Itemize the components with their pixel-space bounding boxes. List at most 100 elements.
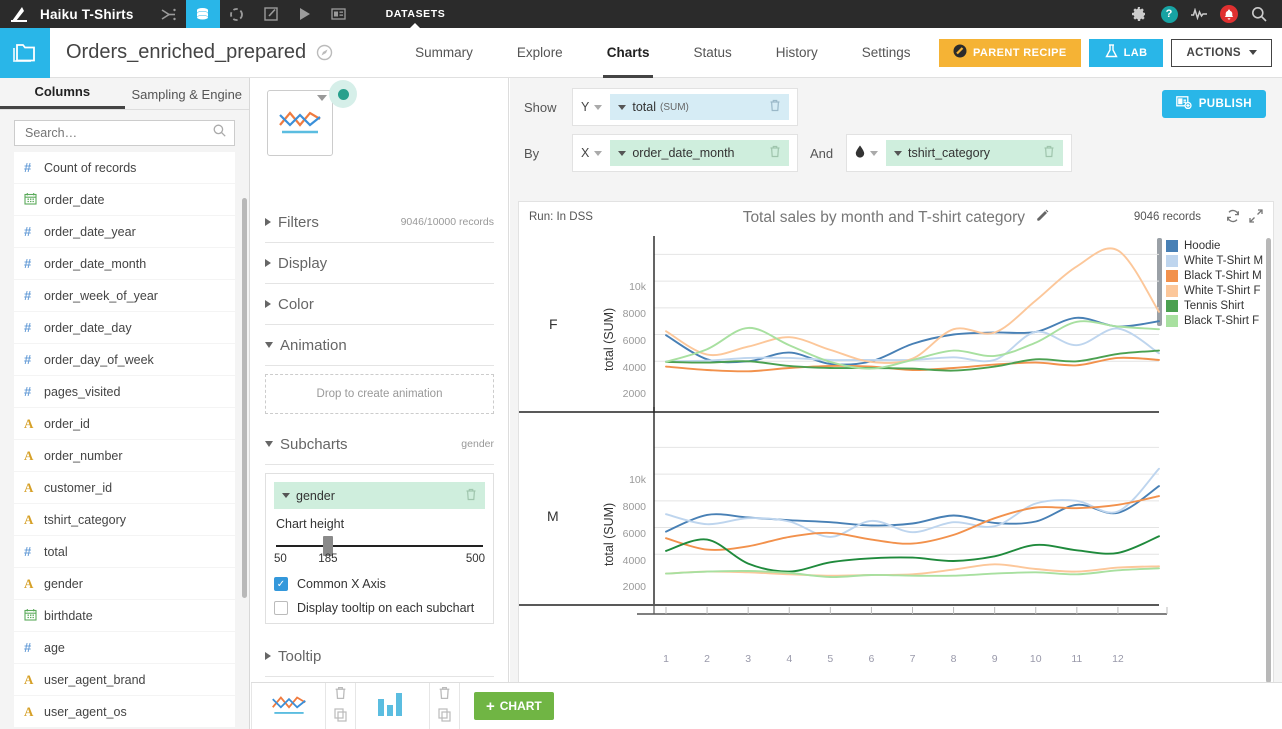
section-subcharts[interactable]: Subcharts gender bbox=[265, 424, 494, 465]
chart-tab-2[interactable] bbox=[356, 683, 430, 729]
y-measure-pill[interactable]: total (SUM) bbox=[610, 94, 789, 120]
search-icon[interactable] bbox=[1244, 0, 1274, 28]
trash-icon[interactable] bbox=[438, 686, 451, 705]
tab-settings[interactable]: Settings bbox=[840, 28, 933, 78]
section-color[interactable]: Color bbox=[265, 284, 494, 325]
column-name: gender bbox=[44, 577, 83, 591]
tab-explore[interactable]: Explore bbox=[495, 28, 585, 78]
column-row[interactable]: #order_date_year bbox=[14, 216, 235, 247]
chevron-down-icon bbox=[1249, 50, 1257, 55]
tab-summary[interactable]: Summary bbox=[393, 28, 495, 78]
trash-icon[interactable] bbox=[769, 145, 781, 161]
column-row[interactable]: #age bbox=[14, 632, 235, 663]
y-axis-tick-label: 8000 bbox=[606, 308, 646, 320]
page-title: Orders_enriched_prepared bbox=[66, 41, 306, 64]
expand-icon[interactable] bbox=[1249, 209, 1263, 228]
tab-charts[interactable]: Charts bbox=[585, 28, 672, 78]
numeric-type-icon: # bbox=[24, 544, 44, 559]
gear-icon[interactable] bbox=[1124, 0, 1154, 28]
chart-tab-1[interactable] bbox=[252, 683, 326, 729]
column-row[interactable]: Acustomer_id bbox=[14, 472, 235, 503]
search-input[interactable] bbox=[23, 125, 213, 141]
column-row[interactable]: #order_week_of_year bbox=[14, 280, 235, 311]
column-row[interactable]: Auser_agent_brand bbox=[14, 664, 235, 695]
copy-icon[interactable] bbox=[334, 708, 348, 727]
project-name[interactable]: Haiku T-Shirts bbox=[40, 7, 134, 22]
compass-icon[interactable] bbox=[316, 44, 333, 61]
search-box[interactable] bbox=[14, 120, 235, 146]
column-row[interactable]: #order_date_day bbox=[14, 312, 235, 343]
refresh-icon[interactable] bbox=[1226, 209, 1240, 228]
publish-button[interactable]: PUBLISH bbox=[1162, 90, 1266, 118]
trash-icon[interactable] bbox=[465, 488, 477, 504]
column-row[interactable]: Aorder_id bbox=[14, 408, 235, 439]
common-x-axis-checkbox[interactable]: ✓ bbox=[274, 577, 288, 591]
datasets-icon[interactable] bbox=[186, 0, 220, 28]
column-row[interactable]: #order_day_of_week bbox=[14, 344, 235, 375]
y-axis-selector[interactable]: Y bbox=[581, 100, 602, 114]
column-row[interactable]: Agender bbox=[14, 568, 235, 599]
actions-button[interactable]: ACTIONS bbox=[1171, 39, 1272, 67]
column-row[interactable]: Atshirt_category bbox=[14, 504, 235, 535]
tooltip-each-subchart-checkbox[interactable] bbox=[274, 601, 288, 615]
section-tooltip[interactable]: Tooltip bbox=[265, 636, 494, 677]
trash-icon[interactable] bbox=[1043, 145, 1055, 161]
column-row[interactable]: Aorder_number bbox=[14, 440, 235, 471]
column-row[interactable]: order_date bbox=[14, 184, 235, 215]
column-row[interactable]: #total bbox=[14, 536, 235, 567]
column-name: user_agent_os bbox=[44, 705, 127, 719]
actions-label: ACTIONS bbox=[1186, 47, 1241, 59]
x-axis-tick-label: 5 bbox=[820, 653, 840, 665]
add-chart-button[interactable]: + CHART bbox=[474, 692, 554, 720]
search-container bbox=[0, 110, 249, 152]
column-row[interactable]: #Count of records bbox=[14, 152, 235, 183]
chart-line-series bbox=[666, 248, 1159, 363]
subchart-dimension-pill[interactable]: gender bbox=[274, 482, 485, 509]
tab-history[interactable]: History bbox=[754, 28, 840, 78]
tab-sampling-engine[interactable]: Sampling & Engine bbox=[125, 87, 250, 109]
chart-type-selector[interactable] bbox=[267, 90, 333, 156]
tab-status[interactable]: Status bbox=[671, 28, 753, 78]
tab-columns[interactable]: Columns bbox=[0, 84, 125, 109]
current-section-tag[interactable]: DATASETS bbox=[380, 0, 452, 28]
lab-button[interactable]: LAB bbox=[1089, 39, 1164, 67]
notifications-icon[interactable] bbox=[1214, 0, 1244, 28]
search-icon[interactable] bbox=[213, 124, 226, 142]
section-animation[interactable]: Animation bbox=[265, 325, 494, 366]
color-dimension-selector[interactable] bbox=[855, 145, 878, 161]
section-filters[interactable]: Filters 9046/10000 records bbox=[265, 202, 494, 243]
section-display[interactable]: Display bbox=[265, 243, 494, 284]
column-name: order_day_of_week bbox=[44, 353, 154, 367]
help-icon[interactable]: ? bbox=[1154, 0, 1184, 28]
pencil-icon[interactable] bbox=[1036, 211, 1049, 225]
trash-icon[interactable] bbox=[769, 99, 781, 115]
flow-icon[interactable] bbox=[152, 0, 186, 28]
columns-list[interactable]: #Count of recordsorder_date#order_date_y… bbox=[0, 152, 249, 727]
parent-recipe-button[interactable]: PARENT RECIPE bbox=[939, 39, 1081, 67]
x-axis-selector[interactable]: X bbox=[581, 146, 602, 160]
droplet-icon bbox=[855, 145, 865, 161]
column-row[interactable]: #order_date_month bbox=[14, 248, 235, 279]
trash-icon[interactable] bbox=[334, 686, 347, 705]
dashboards-icon[interactable] bbox=[322, 0, 356, 28]
common-x-axis-row[interactable]: ✓ Common X Axis bbox=[274, 577, 485, 591]
animation-dropzone[interactable]: Drop to create animation bbox=[265, 374, 494, 414]
x-dimension-pill[interactable]: order_date_month bbox=[610, 140, 789, 166]
folder-icon[interactable] bbox=[0, 28, 50, 78]
column-row[interactable]: Auser_agent_os bbox=[14, 696, 235, 727]
columns-scrollbar[interactable] bbox=[242, 198, 247, 598]
column-row[interactable]: #pages_visited bbox=[14, 376, 235, 407]
chart-height-slider[interactable] bbox=[276, 545, 483, 547]
copy-icon[interactable] bbox=[438, 708, 452, 727]
column-row[interactable]: birthdate bbox=[14, 600, 235, 631]
notebooks-icon[interactable] bbox=[254, 0, 288, 28]
chart-area-scrollbar[interactable] bbox=[1266, 238, 1271, 683]
color-dimension-pill[interactable]: tshirt_category bbox=[886, 140, 1063, 166]
tooltip-each-subchart-row[interactable]: Display tooltip on each subchart bbox=[274, 601, 485, 615]
dataiku-logo-icon[interactable] bbox=[0, 0, 40, 28]
run-icon[interactable] bbox=[288, 0, 322, 28]
chart-plot-region[interactable]: F total (SUM) M total (SUM) 200040006000… bbox=[519, 236, 1273, 729]
date-type-icon bbox=[24, 192, 44, 208]
recipes-icon[interactable] bbox=[220, 0, 254, 28]
monitoring-icon[interactable] bbox=[1184, 0, 1214, 28]
